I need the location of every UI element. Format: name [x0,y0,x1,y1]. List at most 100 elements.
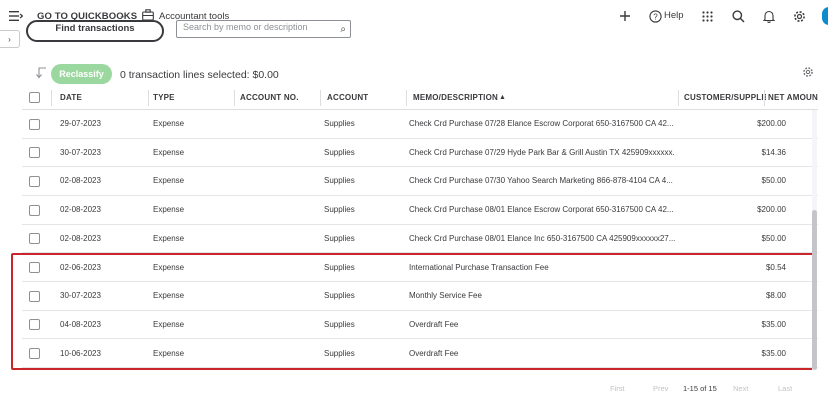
user-avatar[interactable] [822,7,828,25]
chevron-down-icon[interactable]: ⌄ [119,11,126,20]
cell-net-amount: $8.00 [765,291,786,301]
cell-type: Expense [153,176,185,186]
cell-type: Expense [153,291,185,301]
cell-date: 02-08-2023 [60,233,101,243]
table-row[interactable]: 30-07-2023 Expense Supplies Check Crd Purch… [22,139,818,168]
table-row[interactable]: 04-08-2023 Expense Supplies Overdraft Fee $3… [22,311,818,340]
table-row[interactable]: 02-08-2023 Expense Supplies Check Crd Purch… [22,225,818,254]
cell-net-amount: $0.54 [765,262,786,272]
header-type[interactable]: TYPE [153,86,175,110]
cell-net-amount: $35.00 [761,348,786,358]
header-account-no[interactable]: ACCOUNT NO. [240,86,299,110]
cell-type: Expense [153,147,185,157]
cell-account: Supplies [324,119,355,128]
pagination-first[interactable]: First [610,384,625,393]
row-checkbox[interactable] [29,204,40,216]
selection-summary: 0 transaction lines selected: $0.00 [120,69,279,81]
memo-search-input[interactable]: Search by memo or description ⌕ [176,20,351,38]
cell-type: Expense [153,119,185,128]
row-checkbox[interactable] [29,233,40,245]
search-icon[interactable] [730,8,746,24]
reclassify-arrow-icon [36,67,46,79]
cell-memo: Overdraft Fee [409,348,459,358]
header-date[interactable]: DATE [60,86,82,110]
table-row[interactable]: 02-08-2023 Expense Supplies Check Crd Purch… [22,167,818,196]
gear-icon[interactable] [791,8,807,24]
cell-account-no [240,340,318,368]
header-account[interactable]: ACCOUNT [327,86,368,110]
cell-net-amount: $200.00 [757,119,786,128]
cell-net-amount: $14.36 [761,147,786,157]
header-net-amount[interactable]: NET AMOUNT [768,86,818,110]
cell-memo: International Purchase Transaction Fee [409,262,549,272]
expand-sidebar-button[interactable]: › [0,30,20,48]
search-icon: ⌕ [340,24,346,35]
cell-net-amount: $200.00 [757,205,786,215]
cell-account-no [240,167,318,195]
help-label[interactable]: Help [664,10,684,21]
cell-date: 04-08-2023 [60,319,101,329]
cell-account: Supplies [324,147,355,157]
table-row[interactable]: 29-07-2023 Expense Supplies Check Crd Purch… [22,110,818,139]
cell-account-no [240,110,318,138]
cell-date: 30-07-2023 [60,291,101,301]
cell-memo: Check Crd Purchase 07/28 Elance Escrow C… [409,119,674,128]
find-transactions-label: Find transactions [55,23,135,34]
cell-date: 02-08-2023 [60,176,101,186]
cell-date: 02-06-2023 [60,262,101,272]
cell-memo: Check Crd Purchase 08/01 Elance Escrow C… [409,205,674,215]
cell-net-amount: $50.00 [761,233,786,243]
plus-icon[interactable] [617,8,633,24]
table-row[interactable]: 10-06-2023 Expense Supplies Overdraft Fee $3… [22,340,818,369]
row-checkbox[interactable] [29,348,40,360]
row-checkbox[interactable] [29,319,40,331]
pagination-next[interactable]: Next [733,384,748,393]
cell-account-no [240,196,318,224]
table-row[interactable]: 30-07-2023 Expense Supplies Monthly Service… [22,282,818,311]
row-checkbox[interactable] [29,262,40,273]
cell-memo: Overdraft Fee [409,319,459,329]
cell-net-amount: $35.00 [761,319,786,329]
svg-text:?: ? [653,12,658,21]
select-all-checkbox[interactable] [29,92,40,103]
header-customer[interactable]: CUSTOMER/SUPPLIER [684,86,766,110]
scrollbar-thumb[interactable] [812,210,817,370]
row-checkbox[interactable] [29,118,40,130]
table-header: DATE TYPE ACCOUNT NO. ACCOUNT MEMO/DESCR… [22,86,818,110]
row-checkbox[interactable] [29,175,40,187]
bell-icon[interactable] [761,8,777,24]
help-icon[interactable]: ? [647,8,663,24]
cell-account: Supplies [324,262,355,272]
table-row[interactable]: 02-08-2023 Expense Supplies Check Crd Purch… [22,196,818,225]
cell-account: Supplies [324,205,355,215]
cell-account-no [240,225,318,253]
row-checkbox[interactable] [29,290,40,302]
cell-account-no [240,254,318,282]
cell-type: Expense [153,233,185,243]
cell-account-no [240,282,318,310]
reclassify-button[interactable]: Reclassify [51,64,112,84]
cell-account: Supplies [324,291,355,301]
pagination-range: 1-15 of 15 [683,384,717,393]
cell-account: Supplies [324,348,355,358]
table-row[interactable]: 02-06-2023 Expense Supplies International P… [22,254,818,283]
pagination-last[interactable]: Last [778,384,792,393]
cell-memo: Monthly Service Fee [409,291,482,301]
find-transactions-button[interactable]: Find transactions [26,20,164,42]
cell-account: Supplies [324,319,355,329]
header-memo[interactable]: MEMO/DESCRIPTION [413,86,498,110]
cell-memo: Check Crd Purchase 08/01 Elance Inc 650-… [409,233,675,243]
menu-icon[interactable] [9,10,23,22]
sort-ascending-icon[interactable]: ▲ [499,86,506,110]
cell-memo: Check Crd Purchase 07/29 Hyde Park Bar &… [409,147,675,157]
cell-type: Expense [153,262,185,272]
cell-type: Expense [153,348,185,358]
cell-account-no [240,139,318,167]
apps-grid-icon[interactable] [699,8,715,24]
gear-icon[interactable] [802,66,814,78]
chevron-right-icon: › [8,34,11,44]
cell-memo: Check Crd Purchase 07/30 Yahoo Search Ma… [409,176,673,186]
row-checkbox[interactable] [29,147,40,159]
search-placeholder: Search by memo or description [183,22,308,32]
pagination-prev[interactable]: Prev [653,384,668,393]
